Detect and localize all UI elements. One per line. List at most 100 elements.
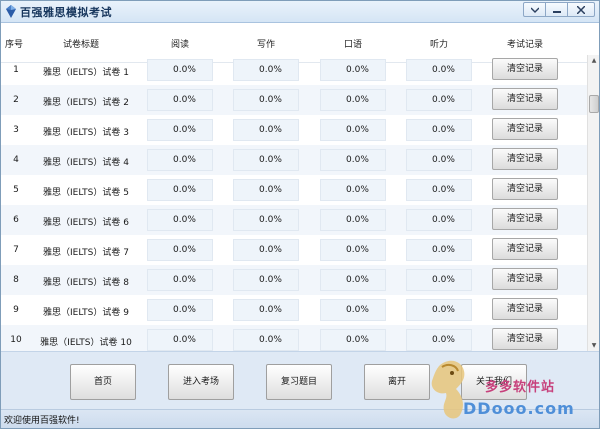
window-title: 百强雅思模拟考试 <box>20 6 112 19</box>
table-row: 8 雅思（IELTS）试卷 8 0.0% 0.0% 0.0% 0.0% 清空记录 <box>1 265 587 295</box>
row-index: 10 <box>10 335 22 345</box>
clear-record-button[interactable]: 清空记录 <box>492 298 558 320</box>
row-title: 雅思（IELTS）试卷 3 <box>43 128 129 138</box>
app-window: 百强雅思模拟考试 序号 试卷标题 阅读 写作 口语 听力 考试记录 1 雅思（I… <box>0 0 600 429</box>
listening-score: 0.0% <box>406 329 472 351</box>
header-speaking: 口语 <box>344 40 363 50</box>
row-title: 雅思（IELTS）试卷 6 <box>43 218 129 228</box>
clear-record-button[interactable]: 清空记录 <box>492 238 558 260</box>
scroll-up-icon[interactable]: ▲ <box>588 55 600 66</box>
table-row: 1 雅思（IELTS）试卷 1 0.0% 0.0% 0.0% 0.0% 清空记录 <box>1 55 587 85</box>
reading-score: 0.0% <box>147 59 213 81</box>
status-text: 欢迎使用百强软件! <box>4 416 80 426</box>
row-index: 8 <box>13 275 19 285</box>
listening-score: 0.0% <box>406 89 472 111</box>
speaking-score: 0.0% <box>320 209 386 231</box>
table-row: 7 雅思（IELTS）试卷 7 0.0% 0.0% 0.0% 0.0% 清空记录 <box>1 235 587 265</box>
bottom-toolbar: 首页 进入考场 复习题目 离开 关于我们 <box>1 351 599 409</box>
scroll-down-icon[interactable]: ▼ <box>588 340 600 351</box>
reading-score: 0.0% <box>147 209 213 231</box>
row-title: 雅思（IELTS）试卷 2 <box>43 98 129 108</box>
table-row: 6 雅思（IELTS）试卷 6 0.0% 0.0% 0.0% 0.0% 清空记录 <box>1 205 587 235</box>
listening-score: 0.0% <box>406 179 472 201</box>
speaking-score: 0.0% <box>320 119 386 141</box>
header-listening: 听力 <box>430 40 449 50</box>
header-record: 考试记录 <box>507 40 544 50</box>
writing-score: 0.0% <box>233 329 299 351</box>
writing-score: 0.0% <box>233 119 299 141</box>
speaking-score: 0.0% <box>320 59 386 81</box>
writing-score: 0.0% <box>233 149 299 171</box>
table-row: 5 雅思（IELTS）试卷 5 0.0% 0.0% 0.0% 0.0% 清空记录 <box>1 175 587 205</box>
speaking-score: 0.0% <box>320 329 386 351</box>
writing-score: 0.0% <box>233 269 299 291</box>
reading-score: 0.0% <box>147 329 213 351</box>
listening-score: 0.0% <box>406 269 472 291</box>
header-writing: 写作 <box>257 40 276 50</box>
listening-score: 0.0% <box>406 59 472 81</box>
clear-record-button[interactable]: 清空记录 <box>492 58 558 80</box>
row-title: 雅思（IELTS）试卷 1 <box>43 68 129 78</box>
row-title: 雅思（IELTS）试卷 10 <box>40 338 132 348</box>
exam-table-body: 1 雅思（IELTS）试卷 1 0.0% 0.0% 0.0% 0.0% 清空记录… <box>1 55 587 351</box>
listening-score: 0.0% <box>406 299 472 321</box>
row-title: 雅思（IELTS）试卷 9 <box>43 308 129 318</box>
row-index: 3 <box>13 125 19 135</box>
header-title: 试卷标题 <box>63 40 100 50</box>
speaking-score: 0.0% <box>320 89 386 111</box>
row-index: 9 <box>13 305 19 315</box>
row-title: 雅思（IELTS）试卷 4 <box>43 158 129 168</box>
row-index: 5 <box>13 185 19 195</box>
listening-score: 0.0% <box>406 119 472 141</box>
speaking-score: 0.0% <box>320 149 386 171</box>
row-index: 4 <box>13 155 19 165</box>
row-index: 6 <box>13 215 19 225</box>
writing-score: 0.0% <box>233 59 299 81</box>
about-button[interactable]: 关于我们 <box>461 364 527 400</box>
clear-record-button[interactable]: 清空记录 <box>492 178 558 200</box>
reading-score: 0.0% <box>147 89 213 111</box>
table-row: 4 雅思（IELTS）试卷 4 0.0% 0.0% 0.0% 0.0% 清空记录 <box>1 145 587 175</box>
clear-record-button[interactable]: 清空记录 <box>492 88 558 110</box>
clear-record-button[interactable]: 清空记录 <box>492 118 558 140</box>
reading-score: 0.0% <box>147 269 213 291</box>
row-index: 2 <box>13 95 19 105</box>
listening-score: 0.0% <box>406 239 472 261</box>
speaking-score: 0.0% <box>320 269 386 291</box>
vertical-scrollbar[interactable]: ▲ ▼ <box>587 55 599 351</box>
minimize-icon[interactable] <box>546 3 568 16</box>
reading-score: 0.0% <box>147 179 213 201</box>
chevron-down-icon[interactable] <box>524 3 546 16</box>
clear-record-button[interactable]: 清空记录 <box>492 148 558 170</box>
writing-score: 0.0% <box>233 299 299 321</box>
row-title: 雅思（IELTS）试卷 8 <box>43 278 129 288</box>
listening-score: 0.0% <box>406 209 472 231</box>
home-button[interactable]: 首页 <box>70 364 136 400</box>
app-logo-icon <box>6 5 16 18</box>
close-icon[interactable] <box>568 3 594 16</box>
review-button[interactable]: 复习题目 <box>266 364 332 400</box>
writing-score: 0.0% <box>233 209 299 231</box>
table-row: 10 雅思（IELTS）试卷 10 0.0% 0.0% 0.0% 0.0% 清空… <box>1 325 587 351</box>
listening-score: 0.0% <box>406 149 472 171</box>
exit-button[interactable]: 离开 <box>364 364 430 400</box>
speaking-score: 0.0% <box>320 239 386 261</box>
reading-score: 0.0% <box>147 149 213 171</box>
writing-score: 0.0% <box>233 89 299 111</box>
clear-record-button[interactable]: 清空记录 <box>492 208 558 230</box>
row-index: 7 <box>13 245 19 255</box>
scrollbar-thumb[interactable] <box>589 95 599 113</box>
clear-record-button[interactable]: 清空记录 <box>492 328 558 350</box>
header-index: 序号 <box>5 40 24 50</box>
row-title: 雅思（IELTS）试卷 7 <box>43 248 129 258</box>
clear-record-button[interactable]: 清空记录 <box>492 268 558 290</box>
reading-score: 0.0% <box>147 299 213 321</box>
writing-score: 0.0% <box>233 179 299 201</box>
reading-score: 0.0% <box>147 239 213 261</box>
row-index: 1 <box>13 65 19 75</box>
table-row: 3 雅思（IELTS）试卷 3 0.0% 0.0% 0.0% 0.0% 清空记录 <box>1 115 587 145</box>
enter-exam-button[interactable]: 进入考场 <box>168 364 234 400</box>
window-controls <box>523 2 595 17</box>
writing-score: 0.0% <box>233 239 299 261</box>
row-title: 雅思（IELTS）试卷 5 <box>43 188 129 198</box>
